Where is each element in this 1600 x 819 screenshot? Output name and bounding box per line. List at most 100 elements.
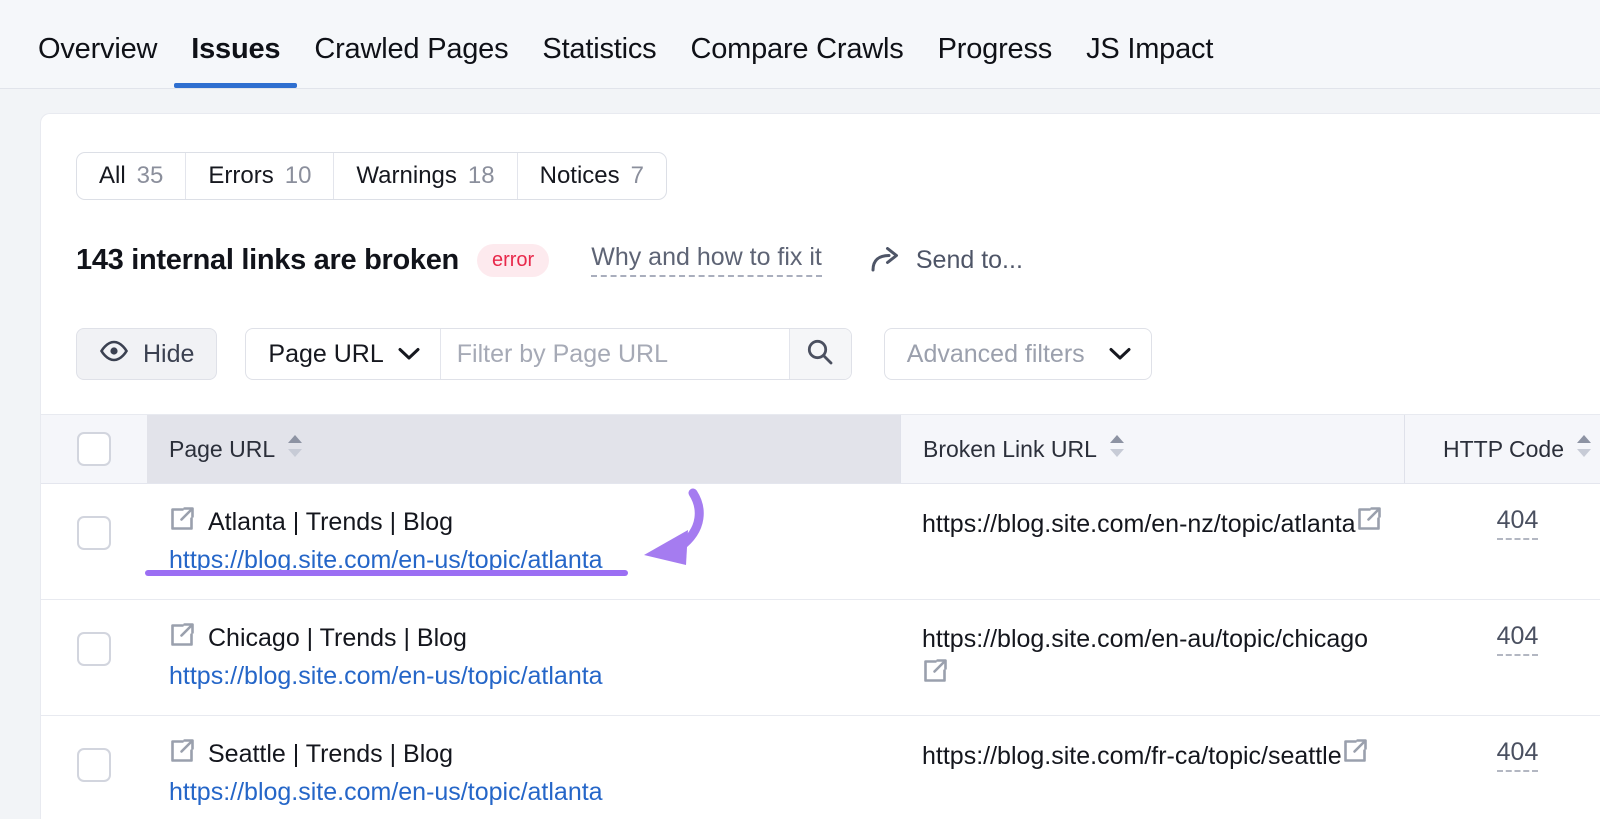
cell-http-code: 404	[1404, 600, 1600, 715]
table-header-row: Page URL Broken Link URL	[41, 414, 1600, 484]
broken-link-url-text: https://blog.site.com/en-nz/topic/atlant…	[922, 510, 1356, 538]
search-icon	[806, 338, 834, 371]
segment-notices[interactable]: Notices 7	[518, 153, 666, 199]
http-code-value[interactable]: 404	[1497, 506, 1539, 540]
sort-page-url[interactable]: Page URL	[147, 415, 900, 483]
table-row: Seattle | Trends | Blog https://blog.sit…	[41, 716, 1600, 819]
tab-js-impact-label: JS Impact	[1086, 33, 1213, 65]
tab-overview[interactable]: Overview	[38, 33, 174, 88]
tab-compare-crawls[interactable]: Compare Crawls	[673, 33, 920, 88]
page-title-text: Seattle | Trends | Blog	[208, 740, 453, 769]
tab-issues-label: Issues	[191, 33, 280, 65]
hide-button-label: Hide	[143, 340, 194, 369]
filter-input[interactable]	[441, 329, 789, 379]
page-url-link[interactable]: https://blog.site.com/en-us/topic/atlant…	[169, 546, 603, 575]
tab-progress-label: Progress	[938, 33, 1052, 65]
segment-all-label: All	[99, 162, 126, 190]
tab-progress[interactable]: Progress	[921, 33, 1069, 88]
share-arrow-icon	[870, 247, 900, 273]
hide-button[interactable]: Hide	[76, 328, 217, 380]
select-all-checkbox[interactable]	[77, 432, 111, 466]
segment-errors-label: Errors	[208, 162, 273, 190]
http-code-wrap: 404	[1426, 738, 1600, 772]
cell-http-code: 404	[1404, 716, 1600, 819]
cell-page-url: Atlanta | Trends | Blog https://blog.sit…	[147, 484, 900, 599]
http-code-wrap: 404	[1426, 622, 1600, 656]
advanced-filters-select[interactable]: Advanced filters	[884, 328, 1152, 380]
why-and-how-to-fix-it-link[interactable]: Why and how to fix it	[591, 243, 822, 277]
status-badge: error	[477, 244, 549, 277]
search-button[interactable]	[789, 329, 851, 379]
issues-card: All 35 Errors 10 Warnings 18 Notices 7 1…	[40, 113, 1600, 819]
header-http-code-label: HTTP Code	[1443, 436, 1564, 463]
row-select-cell	[41, 600, 147, 715]
external-link-icon[interactable]	[169, 738, 195, 771]
filter-field-select[interactable]: Page URL	[246, 329, 440, 379]
segment-all-count: 35	[137, 162, 164, 190]
severity-segmented-control: All 35 Errors 10 Warnings 18 Notices 7	[76, 152, 667, 200]
http-code-wrap: 404	[1426, 506, 1600, 540]
tab-statistics-label: Statistics	[542, 33, 656, 65]
eye-icon	[99, 340, 129, 369]
broken-link-url-text: https://blog.site.com/en-au/topic/chicag…	[922, 625, 1368, 653]
segment-notices-label: Notices	[540, 162, 620, 190]
segment-errors-count: 10	[285, 162, 312, 190]
header-page-url-label: Page URL	[169, 436, 275, 463]
tab-js-impact[interactable]: JS Impact	[1069, 33, 1230, 88]
page-title-text: Chicago | Trends | Blog	[208, 624, 467, 653]
sort-arrows-icon	[1108, 433, 1126, 465]
row-checkbox[interactable]	[77, 632, 111, 666]
row-checkbox[interactable]	[77, 516, 111, 550]
table-body: Atlanta | Trends | Blog https://blog.sit…	[41, 484, 1600, 819]
tab-statistics[interactable]: Statistics	[525, 33, 673, 88]
http-code-value[interactable]: 404	[1497, 738, 1539, 772]
page-url-link[interactable]: https://blog.site.com/en-us/topic/atlant…	[169, 662, 603, 691]
sort-http-code[interactable]: HTTP Code	[1405, 415, 1600, 483]
app-root: Overview Issues Crawled Pages Statistics…	[0, 0, 1600, 819]
cell-broken-link-url: https://blog.site.com/en-au/topic/chicag…	[900, 600, 1404, 715]
header-cell-http-code: HTTP Code	[1404, 415, 1600, 483]
tab-crawled-pages[interactable]: Crawled Pages	[297, 33, 525, 88]
segment-warnings[interactable]: Warnings 18	[334, 153, 517, 199]
issue-header-row: 143 internal links are broken error Why …	[76, 243, 1023, 277]
table-row: Chicago | Trends | Blog https://blog.sit…	[41, 600, 1600, 716]
sort-broken-link-url[interactable]: Broken Link URL	[901, 415, 1404, 483]
sort-arrows-icon	[1575, 433, 1593, 465]
segment-all[interactable]: All 35	[77, 153, 186, 199]
row-select-cell	[41, 716, 147, 819]
cell-page-url: Chicago | Trends | Blog https://blog.sit…	[147, 600, 900, 715]
external-link-icon[interactable]	[1356, 519, 1382, 536]
cell-page-url: Seattle | Trends | Blog https://blog.sit…	[147, 716, 900, 819]
cell-http-code: 404	[1404, 484, 1600, 599]
external-link-icon[interactable]	[1342, 751, 1368, 768]
issue-title: 143 internal links are broken	[76, 244, 459, 277]
chevron-down-icon	[1109, 347, 1131, 361]
segment-warnings-label: Warnings	[356, 162, 456, 190]
page-title-line: Atlanta | Trends | Blog	[169, 506, 878, 539]
main-tabbar: Overview Issues Crawled Pages Statistics…	[0, 0, 1600, 89]
external-link-icon[interactable]	[922, 671, 948, 688]
broken-link-url-text: https://blog.site.com/fr-ca/topic/seattl…	[922, 742, 1342, 770]
page-title-text: Atlanta | Trends | Blog	[208, 508, 453, 537]
page-url-link[interactable]: https://blog.site.com/en-us/topic/atlant…	[169, 778, 603, 807]
sort-arrows-icon	[286, 433, 304, 465]
segment-errors[interactable]: Errors 10	[186, 153, 334, 199]
page-title-line: Seattle | Trends | Blog	[169, 738, 878, 771]
cell-broken-link-url: https://blog.site.com/fr-ca/topic/seattl…	[900, 716, 1404, 819]
tab-crawled-pages-label: Crawled Pages	[314, 33, 508, 65]
filter-toolbar: Hide Page URL	[76, 328, 1152, 380]
send-to-label: Send to...	[916, 246, 1023, 275]
http-code-value[interactable]: 404	[1497, 622, 1539, 656]
external-link-icon[interactable]	[169, 506, 195, 539]
row-checkbox[interactable]	[77, 748, 111, 782]
tab-list: Overview Issues Crawled Pages Statistics…	[38, 33, 1230, 88]
header-cell-page-url: Page URL	[147, 415, 900, 483]
send-to-button[interactable]: Send to...	[870, 246, 1023, 275]
filter-field-value: Page URL	[268, 340, 383, 369]
external-link-icon[interactable]	[169, 622, 195, 655]
cell-broken-link-url: https://blog.site.com/en-nz/topic/atlant…	[900, 484, 1404, 599]
tab-overview-label: Overview	[38, 33, 157, 65]
row-select-cell	[41, 484, 147, 599]
chevron-down-icon	[398, 347, 420, 361]
tab-issues[interactable]: Issues	[174, 33, 297, 88]
